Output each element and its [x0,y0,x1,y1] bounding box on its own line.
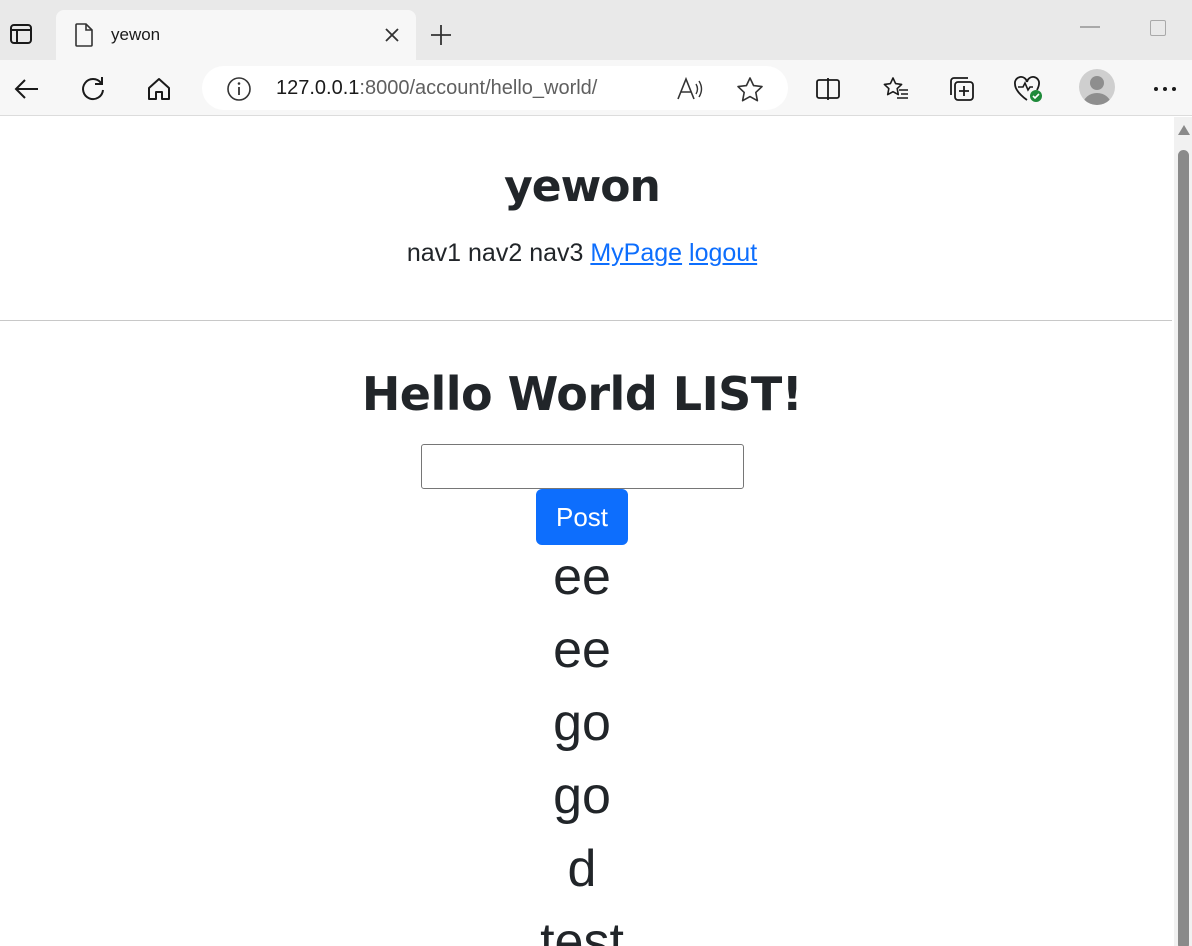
list-item: ee [553,548,611,606]
info-icon[interactable] [226,76,252,107]
post-button[interactable]: Post [536,489,628,545]
page-viewport: yewon nav1 nav2 nav3 MyPage logout Hello… [0,117,1174,946]
logout-link[interactable]: logout [689,239,757,267]
address-bar[interactable]: 127.0.0.1:8000/account/hello_world/ [202,66,788,110]
mypage-link[interactable]: MyPage [590,239,682,267]
url-host: 127.0.0.1 [276,77,360,99]
more-icon[interactable] [1148,72,1182,106]
nav-bar: nav1 nav2 nav3 MyPage logout [0,239,1164,268]
maximize-button[interactable] [1150,20,1166,36]
nav-item-2[interactable]: nav2 [468,239,522,267]
back-icon[interactable] [10,72,44,106]
tab-title: yewon [111,25,161,44]
scroll-up-arrow[interactable] [1178,125,1190,135]
refresh-icon[interactable] [76,72,110,106]
plus-icon[interactable] [426,20,456,50]
close-icon[interactable] [382,25,402,50]
list-item: go [553,694,611,752]
read-aloud-icon[interactable] [676,76,704,107]
minimize-button[interactable] [1080,26,1100,28]
tab-bar: yewon [0,0,1192,60]
site-title: yewon [504,161,661,212]
post-input[interactable] [421,444,744,489]
home-icon[interactable] [142,72,176,106]
browser-tab[interactable]: yewon [56,10,416,60]
list-item: ee [553,621,611,679]
tab-actions-icon[interactable] [6,19,36,49]
url-path: :8000/account/hello_world/ [359,77,598,99]
hello-world-list: ee ee go go d test [0,547,1164,946]
list-item: go [553,767,611,825]
scroll-thumb[interactable] [1178,150,1189,946]
nav-item-3[interactable]: nav3 [529,239,583,267]
header-divider [0,320,1172,321]
nav-item-1[interactable]: nav1 [407,239,461,267]
favorites-icon[interactable] [879,72,913,106]
browser-toolbar: 127.0.0.1:8000/account/hello_world/ [0,60,1192,116]
collections-icon[interactable] [945,72,979,106]
document-icon [74,23,94,52]
browser-essentials-icon[interactable] [1011,72,1045,106]
list-title: Hello World LIST! [361,367,803,421]
list-item: test [540,913,624,946]
list-item: d [567,840,597,898]
split-screen-icon[interactable] [811,72,845,106]
vertical-scrollbar[interactable] [1174,117,1192,946]
favorite-star-icon[interactable] [736,76,764,109]
url-text[interactable]: 127.0.0.1:8000/account/hello_world/ [276,77,597,100]
profile-icon[interactable] [1079,69,1115,105]
